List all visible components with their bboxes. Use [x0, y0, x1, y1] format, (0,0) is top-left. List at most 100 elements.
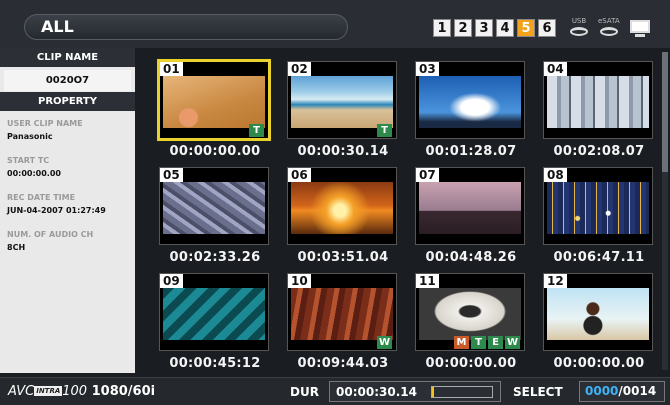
clip-thumbnail-03[interactable]: 03 00:01:28.07 [411, 58, 531, 162]
format-indicator: AVC INTRA 100 1080/60i [8, 384, 155, 399]
scrollbar-thumb[interactable] [662, 52, 668, 172]
resolution-label: 1080/60i [91, 384, 156, 399]
view-mode-selector[interactable]: ALL [24, 14, 348, 40]
clip-thumbnail-08[interactable]: 08 00:06:47.11 [539, 164, 659, 268]
duration-label: DUR [290, 385, 319, 399]
clip-timecode: 00:00:45:12 [169, 356, 261, 371]
wave-badge: W [377, 336, 392, 349]
thumbnail-frame: 11 M T E W [415, 273, 525, 351]
slot-2-button[interactable]: 2 [454, 19, 472, 37]
property-list: USER CLIP NAME Panasonic START TC 00:00:… [0, 118, 135, 253]
slot-3-button[interactable]: 3 [475, 19, 493, 37]
duration-value: 00:00:30.14 [336, 385, 417, 399]
clip-info-panel: CLIP NAME 0020O7 PROPERTY USER CLIP NAME… [0, 48, 135, 373]
clip-thumbnail-12[interactable]: 12 00:00:00.00 [539, 270, 659, 374]
text-memo-badge: T [471, 336, 486, 349]
clip-timecode: 00:00:00.00 [553, 356, 645, 371]
clip-number: 12 [544, 274, 567, 288]
clip-number: 03 [416, 62, 439, 76]
monitor-icon[interactable] [630, 20, 650, 38]
wave-badge: W [505, 336, 520, 349]
duration-progress-fill [432, 387, 434, 397]
error-badge: E [488, 336, 503, 349]
thumbnail-image [163, 76, 265, 128]
clip-number: 05 [160, 168, 183, 182]
card-slot-indicators: 1 2 3 4 5 6 [433, 19, 556, 37]
clip-number: 10 [288, 274, 311, 288]
thumbnail-frame: 06 [287, 167, 397, 245]
clip-timecode: 00:02:08.07 [553, 144, 645, 159]
thumbnail-image [419, 76, 521, 128]
thumbnail-image [547, 288, 649, 340]
clip-number: 02 [288, 62, 311, 76]
clip-number: 08 [544, 168, 567, 182]
audio-ch-value: 8CH [7, 243, 26, 252]
property-header: PROPERTY [0, 92, 135, 111]
clip-number: 07 [416, 168, 439, 182]
clip-timecode: 00:04:48.26 [425, 250, 517, 265]
clip-timecode: 00:09:44.03 [297, 356, 389, 371]
usb-media-indicator[interactable]: USB [570, 17, 588, 36]
clip-thumbnail-grid: 01 T 00:00:00.00 02 T 00:00:30.14 03 00:… [155, 58, 655, 378]
thumbnail-image [419, 182, 521, 234]
thumbnail-frame: 10 W [287, 273, 397, 351]
thumbnail-frame: 12 [543, 273, 653, 351]
start-tc-key: START TC [7, 156, 50, 165]
thumbnail-frame: 08 [543, 167, 653, 245]
clip-timecode: 00:03:51.04 [297, 250, 389, 265]
thumbnail-image [291, 288, 393, 340]
intra-logo: INTRA [34, 386, 63, 396]
thumbnail-image [547, 76, 649, 128]
usb-label: USB [571, 17, 587, 25]
status-bar: AVC INTRA 100 1080/60i DUR 00:00:30.14 SEL… [0, 377, 670, 405]
clip-name-header: CLIP NAME [0, 48, 135, 67]
audio-ch-key: NUM. OF AUDIO CH [7, 230, 94, 239]
clip-timecode: 00:06:47.11 [553, 250, 645, 265]
duration-display: 00:00:30.14 [329, 381, 501, 402]
shot-mark-badge: M [454, 336, 469, 349]
slot-4-button[interactable]: 4 [496, 19, 514, 37]
slot-6-button[interactable]: 6 [538, 19, 556, 37]
bitrate-100: 100 [62, 384, 88, 399]
thumbnail-frame: 04 [543, 61, 653, 139]
clip-thumbnail-05[interactable]: 05 00:02:33.26 [155, 164, 275, 268]
rec-date-time-value: JUN-04-2007 01:27:49 [7, 206, 106, 215]
select-counter: 0000/0014 [579, 381, 665, 402]
thumbnail-frame: 03 [415, 61, 525, 139]
slot-1-button[interactable]: 1 [433, 19, 451, 37]
slot-5-button[interactable]: 5 [517, 19, 535, 37]
thumbnail-image [291, 76, 393, 128]
thumbnail-frame: 07 [415, 167, 525, 245]
duration-progress-bar [431, 386, 493, 398]
esata-label: eSATA [598, 17, 620, 25]
selected-count: 0000 [585, 384, 619, 398]
clip-thumbnail-10[interactable]: 10 W 00:09:44.03 [283, 270, 403, 374]
clip-name-value: 0020O7 [4, 70, 131, 91]
clip-thumbnail-04[interactable]: 04 00:02:08.07 [539, 58, 659, 162]
clip-thumbnail-01[interactable]: 01 T 00:00:00.00 [155, 58, 275, 162]
clip-timecode: 00:02:33.26 [169, 250, 261, 265]
grid-scrollbar[interactable] [662, 52, 668, 370]
clip-thumbnail-02[interactable]: 02 T 00:00:30.14 [283, 58, 403, 162]
clip-thumbnail-11[interactable]: 11 M T E W 00:00:00.00 [411, 270, 531, 374]
clip-number: 06 [288, 168, 311, 182]
clip-number: 11 [416, 274, 439, 288]
thumbnail-frame: 02 T [287, 61, 397, 139]
thumbnail-frame: 09 [159, 273, 269, 351]
user-clip-name-value: Panasonic [7, 132, 53, 141]
thumbnail-image [291, 182, 393, 234]
clip-timecode: 00:01:28.07 [425, 144, 517, 159]
top-bar: ALL 1 2 3 4 5 6 USB eSATA [0, 0, 670, 48]
clip-timecode: 00:00:00.00 [169, 144, 261, 159]
thumbnail-frame: 01 T [157, 59, 271, 141]
text-memo-badge: T [249, 124, 264, 137]
avc-logo: AVC [8, 384, 35, 399]
clip-number: 09 [160, 274, 183, 288]
clip-thumbnail-06[interactable]: 06 00:03:51.04 [283, 164, 403, 268]
rec-date-time-key: REC DATE TIME [7, 193, 76, 202]
esata-media-indicator[interactable]: eSATA [598, 17, 620, 36]
view-mode-label: ALL [41, 17, 74, 36]
clip-thumbnail-07[interactable]: 07 00:04:48.26 [411, 164, 531, 268]
clip-thumbnail-09[interactable]: 09 00:00:45:12 [155, 270, 275, 374]
start-tc-value: 00:00:00.00 [7, 169, 61, 178]
